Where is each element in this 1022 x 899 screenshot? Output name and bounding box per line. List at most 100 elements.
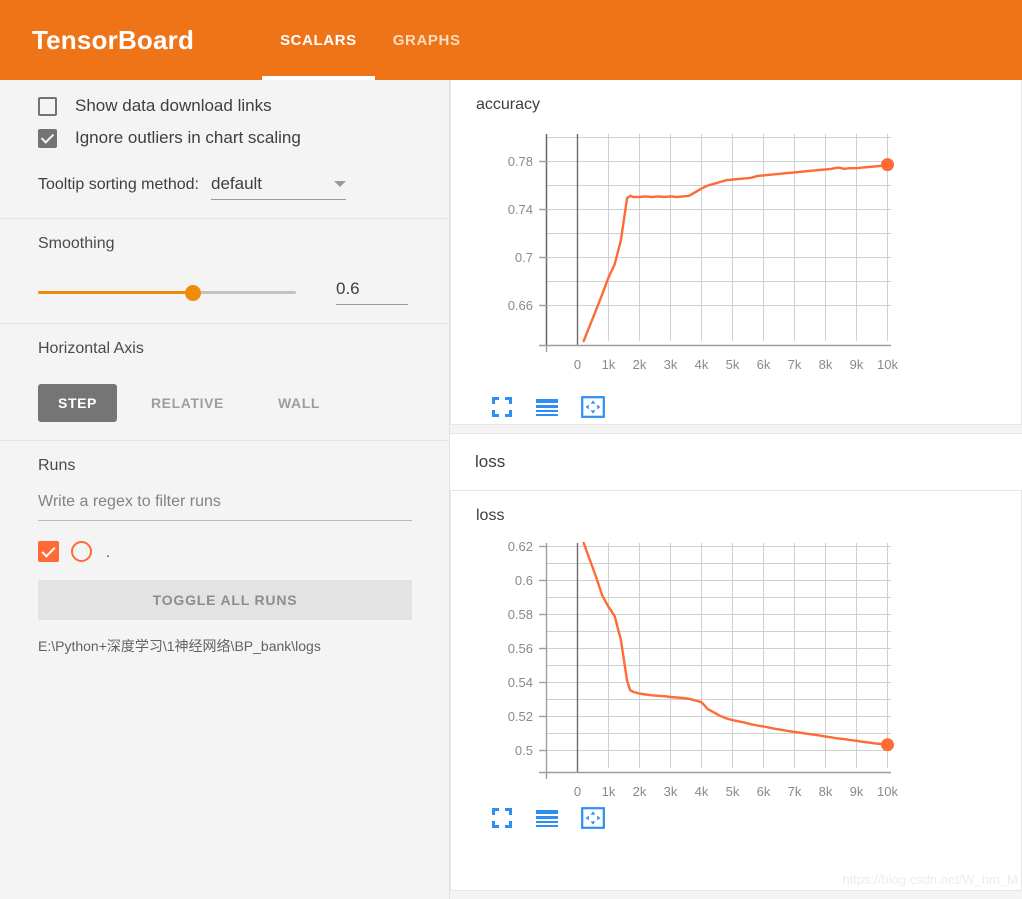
runs-title: Runs xyxy=(38,457,76,474)
horizontal-axis-section: Horizontal Axis STEP RELATIVE WALL xyxy=(0,324,449,441)
svg-text:9k: 9k xyxy=(850,357,864,372)
smoothing-value-input[interactable]: 0.6 xyxy=(336,279,408,305)
svg-text:0.74: 0.74 xyxy=(508,202,533,217)
chevron-down-icon xyxy=(333,181,346,187)
runs-filter-input[interactable] xyxy=(38,493,412,521)
loss-end-marker xyxy=(881,738,894,752)
tab-scalars[interactable]: SCALARS xyxy=(262,0,375,80)
svg-text:9k: 9k xyxy=(850,784,864,799)
smoothing-title: Smoothing xyxy=(38,235,115,252)
fit-domain-icon[interactable] xyxy=(581,396,605,418)
expand-icon[interactable] xyxy=(491,807,513,829)
svg-text:0.62: 0.62 xyxy=(508,539,533,554)
svg-text:0.5: 0.5 xyxy=(515,743,533,758)
main-tabs: SCALARS GRAPHS xyxy=(262,0,478,80)
app-brand-title: TensorBoard xyxy=(32,24,195,55)
loss-series xyxy=(582,541,894,752)
run-color-swatch-icon xyxy=(71,541,92,562)
svg-text:1k: 1k xyxy=(602,784,616,799)
accuracy-plot-wrapper: 0.66 0.7 0.74 0.78 0 1k 2k 3k 4k 5k 6k 7… xyxy=(451,120,1021,390)
accuracy-x-ticks: 0 1k 2k 3k 4k 5k 6k 7k 8k 9k 10k xyxy=(545,345,898,372)
loss-x-ticks: 0 1k 2k 3k 4k 5k 6k 7k 8k 9k 10k xyxy=(545,772,898,799)
svg-text:6k: 6k xyxy=(757,784,771,799)
svg-text:0.56: 0.56 xyxy=(508,641,533,656)
ignore-outliers-checkbox[interactable] xyxy=(38,128,57,148)
svg-text:7k: 7k xyxy=(788,357,802,372)
ignore-outliers-label: Ignore outliers in chart scaling xyxy=(75,128,301,147)
svg-text:7k: 7k xyxy=(788,784,802,799)
smoothing-row: 0.6 xyxy=(38,279,411,305)
accuracy-chart-title: accuracy xyxy=(476,96,541,113)
accuracy-chart-card: accuracy 0.66 0.7 0.74 0.78 0 1k 2k 3k 4… xyxy=(450,80,1022,425)
expand-icon[interactable] xyxy=(491,396,513,418)
svg-text:0.78: 0.78 xyxy=(508,154,533,169)
svg-text:3k: 3k xyxy=(664,357,678,372)
svg-text:4k: 4k xyxy=(695,357,709,372)
svg-text:0: 0 xyxy=(574,784,581,799)
svg-text:0: 0 xyxy=(574,357,581,372)
run-item-row[interactable]: . xyxy=(38,541,411,562)
toggle-all-runs-button[interactable]: TOGGLE ALL RUNS xyxy=(38,580,412,620)
show-download-links-checkbox[interactable] xyxy=(38,96,57,116)
data-table-icon[interactable] xyxy=(535,807,559,829)
svg-text:0.54: 0.54 xyxy=(508,675,533,690)
fit-domain-icon[interactable] xyxy=(581,807,605,829)
loss-plot[interactable]: 0.5 0.52 0.54 0.56 0.58 0.6 0.62 0 1k 2k… xyxy=(461,531,901,801)
svg-text:0.52: 0.52 xyxy=(508,709,533,724)
svg-text:0.66: 0.66 xyxy=(508,298,533,313)
svg-text:0.6: 0.6 xyxy=(515,573,533,588)
logdir-path-label: E:\Python+深度学习\1神经网络\BP_bank\logs xyxy=(38,638,321,654)
svg-text:0.58: 0.58 xyxy=(508,607,533,622)
show-download-links-label: Show data download links xyxy=(75,96,272,115)
ignore-outliers-row[interactable]: Ignore outliers in chart scaling xyxy=(38,128,411,148)
axis-option-wall[interactable]: WALL xyxy=(258,384,340,422)
top-app-bar: TensorBoard SCALARS GRAPHS xyxy=(0,0,1022,80)
loss-chart-title: loss xyxy=(476,507,505,524)
tooltip-sorting-row: Tooltip sorting method: default xyxy=(38,174,411,200)
tab-scalars-label: SCALARS xyxy=(280,31,357,49)
loss-grid xyxy=(546,543,891,768)
tooltip-sorting-select[interactable]: default xyxy=(210,174,346,200)
svg-text:3k: 3k xyxy=(664,784,678,799)
loss-y-ticks: 0.5 0.52 0.54 0.56 0.58 0.6 0.62 xyxy=(508,539,547,758)
accuracy-y-ticks: 0.66 0.7 0.74 0.78 xyxy=(508,154,547,313)
svg-text:2k: 2k xyxy=(633,784,647,799)
loss-chart-actions xyxy=(491,807,1021,829)
accuracy-grid xyxy=(546,134,891,341)
accuracy-chart-actions xyxy=(491,396,1021,418)
charts-area: accuracy 0.66 0.7 0.74 0.78 0 1k 2k 3k 4… xyxy=(450,80,1022,899)
tensorboard-app: TensorBoard SCALARS GRAPHS Show data dow… xyxy=(0,0,1022,899)
svg-text:8k: 8k xyxy=(819,784,833,799)
runs-section: Runs . TOGGLE ALL RUNS E:\Python+深度学习\1神… xyxy=(0,441,449,674)
svg-text:10k: 10k xyxy=(877,784,898,799)
data-table-icon[interactable] xyxy=(535,396,559,418)
svg-text:1k: 1k xyxy=(602,357,616,372)
accuracy-plot[interactable]: 0.66 0.7 0.74 0.78 0 1k 2k 3k 4k 5k 6k 7… xyxy=(461,120,901,390)
app-body: Show data download links Ignore outliers… xyxy=(0,80,1022,899)
svg-text:8k: 8k xyxy=(819,357,833,372)
show-download-links-row[interactable]: Show data download links xyxy=(38,96,411,116)
display-options-section: Show data download links Ignore outliers… xyxy=(0,80,449,219)
tab-graphs[interactable]: GRAPHS xyxy=(375,0,479,80)
svg-text:5k: 5k xyxy=(726,357,740,372)
smoothing-section: Smoothing 0.6 xyxy=(0,219,449,324)
loss-plot-wrapper: 0.5 0.52 0.54 0.56 0.58 0.6 0.62 0 1k 2k… xyxy=(451,531,1021,801)
slider-thumb[interactable] xyxy=(184,285,201,301)
svg-text:2k: 2k xyxy=(633,357,647,372)
loss-group-title: loss xyxy=(475,452,506,471)
slider-track-fill xyxy=(38,291,193,294)
tab-graphs-label: GRAPHS xyxy=(392,31,461,49)
run-enabled-checkbox[interactable] xyxy=(38,541,59,562)
axis-option-step[interactable]: STEP xyxy=(38,384,117,422)
svg-text:4k: 4k xyxy=(695,784,709,799)
loss-group-header[interactable]: loss xyxy=(450,433,1022,491)
horizontal-axis-options: STEP RELATIVE WALL xyxy=(38,384,411,422)
accuracy-end-marker xyxy=(881,158,894,172)
svg-text:6k: 6k xyxy=(757,357,771,372)
svg-text:0.7: 0.7 xyxy=(515,250,533,265)
svg-text:5k: 5k xyxy=(726,784,740,799)
run-name-label: . xyxy=(106,543,110,560)
loss-chart-card: loss 0.5 0.52 0.54 0.56 0.58 0.6 0.62 0 … xyxy=(450,491,1022,891)
smoothing-slider[interactable] xyxy=(38,283,296,301)
axis-option-relative[interactable]: RELATIVE xyxy=(131,384,244,422)
